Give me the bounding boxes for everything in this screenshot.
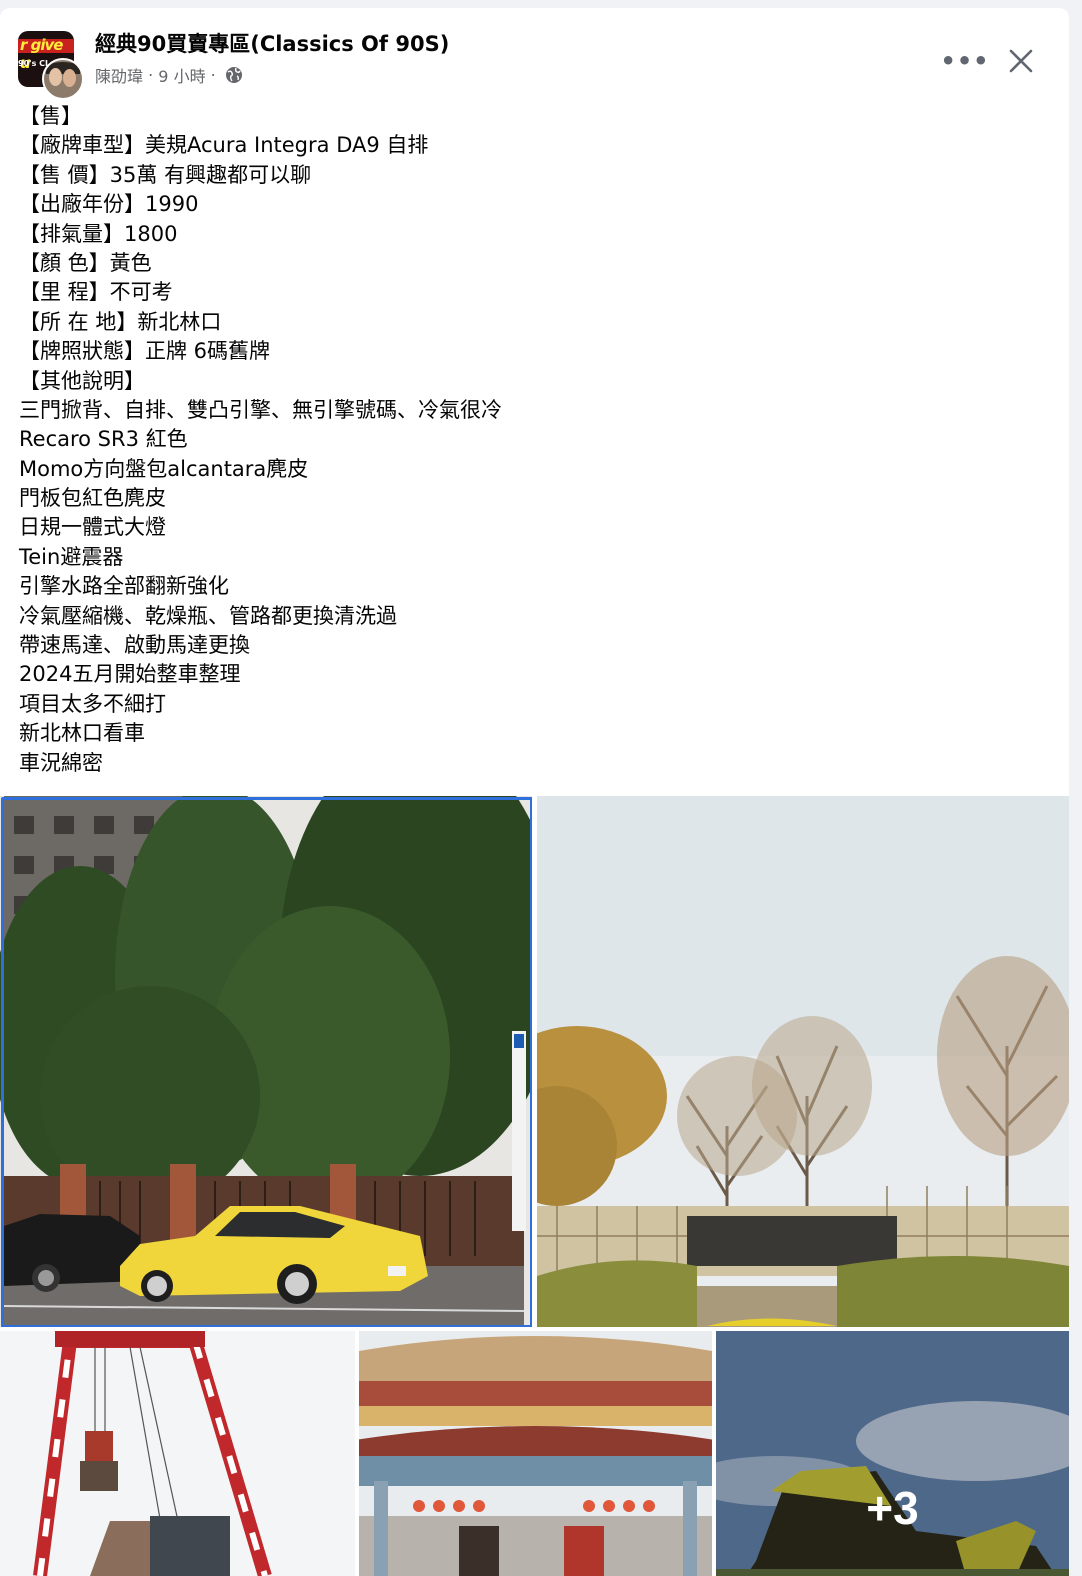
post-line: 引擎水路全部翻新強化 [19,574,229,599]
post-line: Recaro SR3 紅色 [19,427,188,452]
avatar-face [49,68,62,86]
post-line: 新北林口看車 [19,721,145,746]
post-line: 日規一體式大燈 [19,515,166,540]
post-line: 【其他說明】 [19,368,145,393]
photo-temple[interactable] [359,1331,712,1576]
post-header: r give u 90's CL 經典90買賣專區(Classics Of 90… [0,8,1069,100]
post-line: 門板包紅色麂皮 [19,486,166,511]
post-line: 三門掀背、自排、雙凸引擎、無引擎號碼、冷氣很冷 [19,397,502,422]
post-card: r give u 90's CL 經典90買賣專區(Classics Of 90… [0,8,1069,1576]
post-line: 【售 價】35萬 有興趣都可以聊 [19,162,312,187]
post-line: 冷氣壓縮機、乾燥瓶、管路都更換清洗過 [19,603,397,628]
photo-yellow-car-trees[interactable] [0,796,532,1327]
more-options-button[interactable]: ••• [940,36,990,86]
more-horizontal-icon: ••• [940,47,990,75]
post-line: 【顏 色】黃色 [19,250,152,275]
post-line: Momo方向盤包alcantara麂皮 [19,456,309,481]
avatar-face [63,69,76,87]
post-body-text: 【售】 【廠牌車型】美規Acura Integra DA9 自排 【售 價】35… [19,102,1049,778]
photo-bare-trees-building[interactable] [537,796,1069,1327]
post-meta: 陳劭瑋 · 9 小時 · [95,63,243,87]
meta-separator: · [148,65,154,85]
post-line: 2024五月開始整車整理 [19,662,241,687]
photo-crane[interactable] [0,1331,355,1576]
post-line: 【廠牌車型】美規Acura Integra DA9 自排 [19,133,429,158]
close-icon [1009,49,1033,73]
post-line: 帶速馬達、啟動馬達更換 [19,633,250,658]
post-line: 【排氣量】1800 [19,221,178,246]
globe-icon[interactable] [225,66,243,84]
post-line: 項目太多不細打 [19,691,166,716]
meta-separator: · [210,65,216,85]
post-line: 車況綿密 [19,750,103,775]
author-avatar[interactable] [42,58,84,100]
more-photos-overlay [716,1331,1069,1576]
close-button[interactable] [996,36,1046,86]
photo-more-gallery[interactable]: +3 [716,1331,1069,1576]
post-line: Tein避震器 [19,544,124,569]
post-time-link[interactable]: 9 小時 [158,67,205,86]
post-line: 【售】 [19,104,82,128]
post-line: 【里 程】不可考 [19,280,173,305]
group-name-link[interactable]: 經典90買賣專區(Classics Of 90S) [95,28,449,58]
post-line: 【出廠年份】1990 [19,192,199,217]
post-line: 【牌照狀態】正牌 6碼舊牌 [19,339,271,364]
more-photos-count: +3 [866,1482,919,1534]
post-line: 【所 在 地】新北林口 [19,309,222,334]
author-name-link[interactable]: 陳劭瑋 [95,67,143,86]
